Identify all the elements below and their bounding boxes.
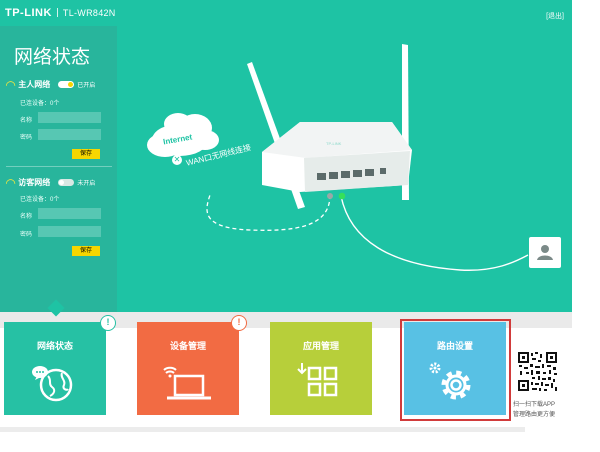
qr-caption-line2: 管理路由更方便 bbox=[513, 412, 556, 418]
lan-cable bbox=[340, 195, 529, 271]
status-panel: 网络状态 ◠ 主人网络 已开启 已连设备：0个 名称 密码 保存 ◠ 访客网络 … bbox=[0, 26, 117, 312]
host-name-input[interactable] bbox=[38, 112, 101, 123]
wifi-icon: ◠ bbox=[6, 77, 16, 92]
tile-network-status[interactable]: ! 网络状态 bbox=[4, 315, 116, 415]
tile-alert-badge: ! bbox=[100, 315, 116, 331]
router-brand-label: TP-LINK bbox=[326, 141, 342, 146]
tile-device-management[interactable]: ! 设备管理 bbox=[137, 315, 247, 415]
apps-grid-icon bbox=[297, 363, 338, 397]
host-network-state: 已开启 bbox=[77, 83, 96, 89]
guest-name-input[interactable] bbox=[38, 208, 101, 219]
host-network-name: 主人网络 bbox=[18, 80, 51, 89]
router-admin-page: Internet ✕ WAN口无网线连接 TP-LINK TP-LINK TL-W… bbox=[0, 0, 600, 452]
host-name-label: 名称 bbox=[20, 118, 33, 124]
guest-save-button[interactable]: 保存 bbox=[72, 246, 100, 256]
brand-divider bbox=[56, 8, 58, 17]
guest-password-input[interactable] bbox=[38, 226, 101, 237]
host-password-label: 密码 bbox=[20, 135, 33, 141]
disconnected-icon: ✕ bbox=[172, 155, 182, 165]
model-name: TL-WR842N bbox=[62, 8, 116, 18]
guest-network-header: ◠ 访客网络 未开启 bbox=[6, 175, 96, 190]
guest-connected-count: 已连设备：0个 bbox=[20, 197, 60, 203]
tile-label: 路由设置 bbox=[436, 341, 473, 351]
panel-divider bbox=[6, 166, 112, 167]
network-stage: Internet ✕ WAN口无网线连接 TP-LINK TP-LINK TL-W… bbox=[0, 0, 572, 312]
gear-icon bbox=[429, 362, 471, 400]
tile-label: 设备管理 bbox=[169, 341, 206, 351]
laptop-icon bbox=[163, 366, 211, 400]
globe-icon bbox=[32, 366, 73, 402]
guest-name-label: 名称 bbox=[20, 214, 33, 220]
tile-router-settings[interactable]: 路由设置 bbox=[404, 322, 506, 415]
tile-alert-badge: ! bbox=[231, 315, 247, 331]
tile-app-management[interactable]: 应用管理 bbox=[270, 322, 372, 415]
qr-code-icon bbox=[517, 351, 558, 392]
panel-title: 网络状态 bbox=[14, 47, 91, 68]
top-bar: TP-LINK TL-WR842N [退出] bbox=[0, 0, 572, 26]
logout-link[interactable]: [退出] bbox=[546, 11, 564, 21]
host-password-input[interactable] bbox=[38, 129, 101, 140]
wifi-icon: ◠ bbox=[6, 175, 16, 190]
router-icon bbox=[247, 44, 412, 209]
brand: TP-LINK TL-WR842N bbox=[5, 7, 116, 19]
bottom-shadow bbox=[0, 427, 525, 432]
tile-label: 应用管理 bbox=[302, 341, 339, 351]
user-device-icon[interactable] bbox=[529, 237, 561, 268]
tile-label: 网络状态 bbox=[36, 341, 73, 351]
wan-cable-dashed bbox=[206, 194, 331, 231]
host-network-toggle[interactable] bbox=[58, 81, 75, 88]
host-network-header: ◠ 主人网络 已开启 bbox=[6, 77, 96, 92]
host-save-button[interactable]: 保存 bbox=[72, 149, 100, 159]
host-connected-count: 已连设备：0个 bbox=[20, 101, 60, 107]
brand-logo: TP-LINK bbox=[5, 7, 52, 19]
qr-caption-line1: 扫一扫下载APP bbox=[513, 402, 556, 408]
guest-network-name: 访客网络 bbox=[18, 178, 51, 187]
guest-network-toggle[interactable] bbox=[58, 179, 75, 186]
guest-network-state: 未开启 bbox=[77, 181, 96, 187]
guest-password-label: 密码 bbox=[20, 232, 33, 238]
